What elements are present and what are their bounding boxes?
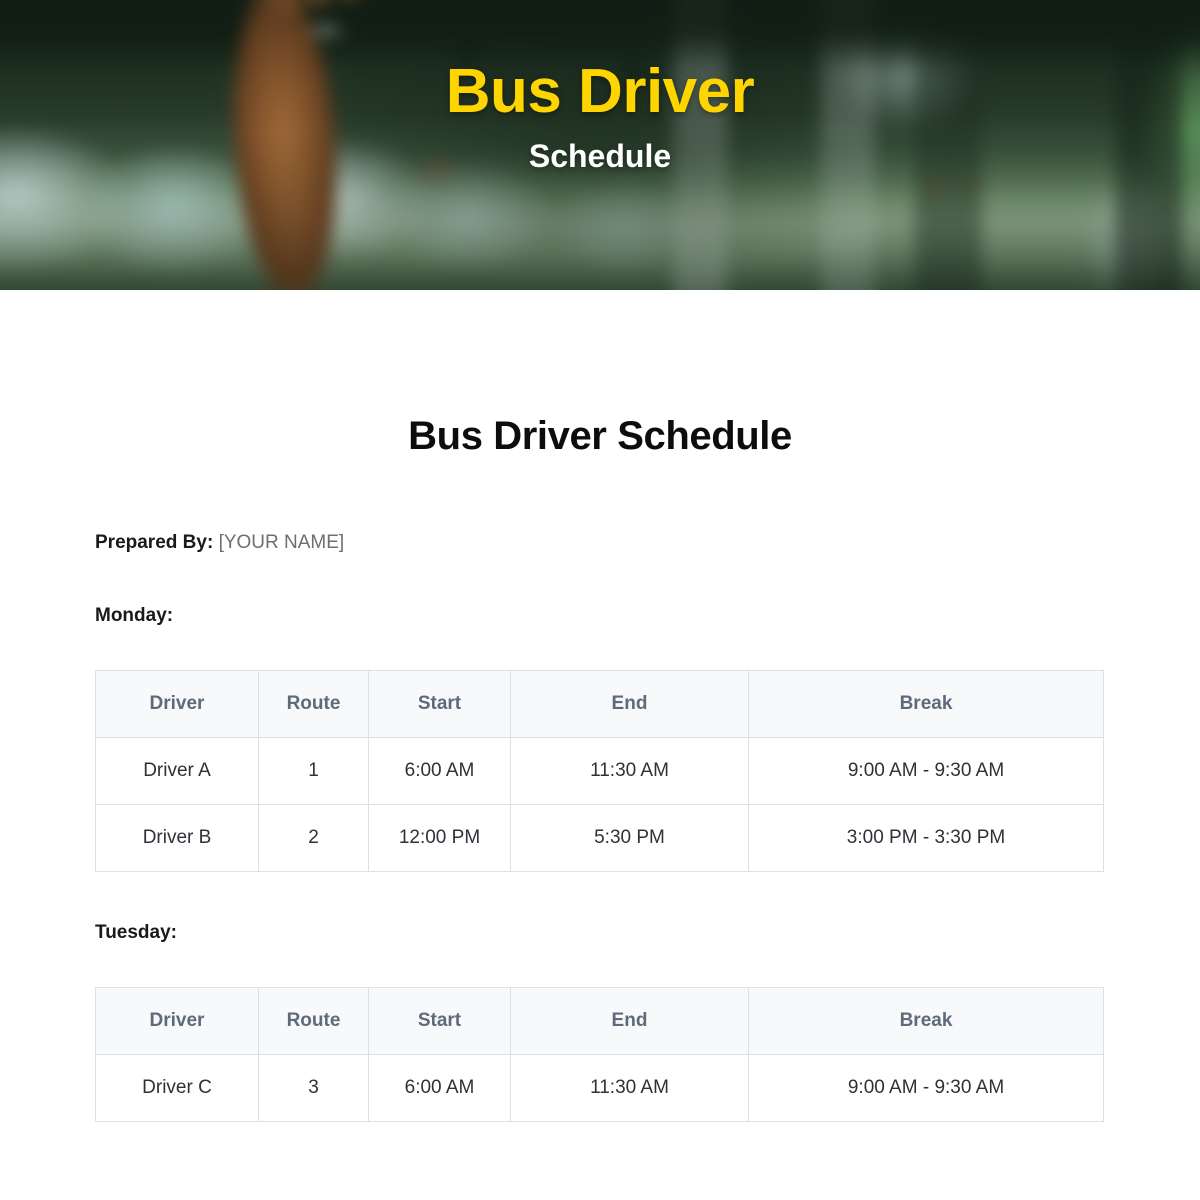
day-label: Monday: <box>95 604 174 626</box>
hero-subtitle: Schedule <box>528 137 672 174</box>
cell-start[interactable]: 6:00 AM <box>368 736 511 805</box>
schedule-table: Driver Route Start End Break Driver C 3 6:00 AM… <box>95 986 1104 1122</box>
cell-driver[interactable]: Driver B <box>95 803 259 872</box>
cell-start[interactable]: 12:00 PM <box>368 803 511 872</box>
cell-route[interactable]: 1 <box>258 736 369 805</box>
cell-driver[interactable]: Driver A <box>95 736 259 805</box>
document-body: Bus Driver Schedule Prepared By: [YOUR N… <box>0 414 1200 1122</box>
cell-start[interactable]: 6:00 AM <box>368 1053 511 1122</box>
schedule-days-container: Monday: Driver Route Start End Break Driver A1… <box>95 605 1105 1122</box>
cell-end[interactable]: 11:30 AM <box>510 736 749 805</box>
column-header-driver: Driver <box>95 986 259 1055</box>
table-header-row: Driver Route Start End Break <box>95 669 1104 738</box>
page-title: Bus Driver Schedule <box>408 414 792 458</box>
cell-break[interactable]: 9:00 AM - 9:30 AM <box>748 1053 1104 1122</box>
column-header-route: Route <box>258 986 369 1055</box>
cell-driver[interactable]: Driver C <box>95 1053 259 1122</box>
cell-route[interactable]: 3 <box>258 1053 369 1122</box>
column-header-end: End <box>510 669 749 738</box>
table-row: Driver B 2 12:00 PM 5:30 PM 3:00 PM - 3:30 P… <box>95 803 1104 872</box>
column-header-driver: Driver <box>95 669 259 738</box>
cell-end[interactable]: 11:30 AM <box>510 1053 749 1122</box>
prepared-by-row: Prepared By: [YOUR NAME] <box>95 532 1105 555</box>
column-header-break: Break <box>748 986 1104 1055</box>
hero-title: Bus Driver <box>445 56 755 126</box>
day-label: Tuesday: <box>95 921 178 943</box>
hero-text-block: Bus Driver Schedule <box>0 0 1200 290</box>
prepared-by-label: Prepared By: <box>95 532 214 553</box>
table-header-row: Driver Route Start End Break <box>95 986 1104 1055</box>
prepared-by-value[interactable]: [YOUR NAME] <box>219 532 345 553</box>
column-header-break: Break <box>748 669 1104 738</box>
table-row: Driver A 1 6:00 AM 11:30 AM 9:00 AM - 9:30 A… <box>95 736 1104 805</box>
cell-break[interactable]: 9:00 AM - 9:30 AM <box>748 736 1104 805</box>
cell-route[interactable]: 2 <box>258 803 369 872</box>
table-row: Driver C 3 6:00 AM 11:30 AM 9:00 AM - 9:30 A… <box>95 1053 1104 1122</box>
column-header-start: Start <box>368 986 511 1055</box>
hero-banner: Bus Driver Schedule <box>0 0 1200 290</box>
column-header-end: End <box>510 986 749 1055</box>
schedule-table: Driver Route Start End Break Driver A 1 6:00 AM… <box>95 669 1104 872</box>
cell-break[interactable]: 3:00 PM - 3:30 PM <box>748 803 1104 872</box>
column-header-start: Start <box>368 669 511 738</box>
cell-end[interactable]: 5:30 PM <box>510 803 749 872</box>
column-header-route: Route <box>258 669 369 738</box>
